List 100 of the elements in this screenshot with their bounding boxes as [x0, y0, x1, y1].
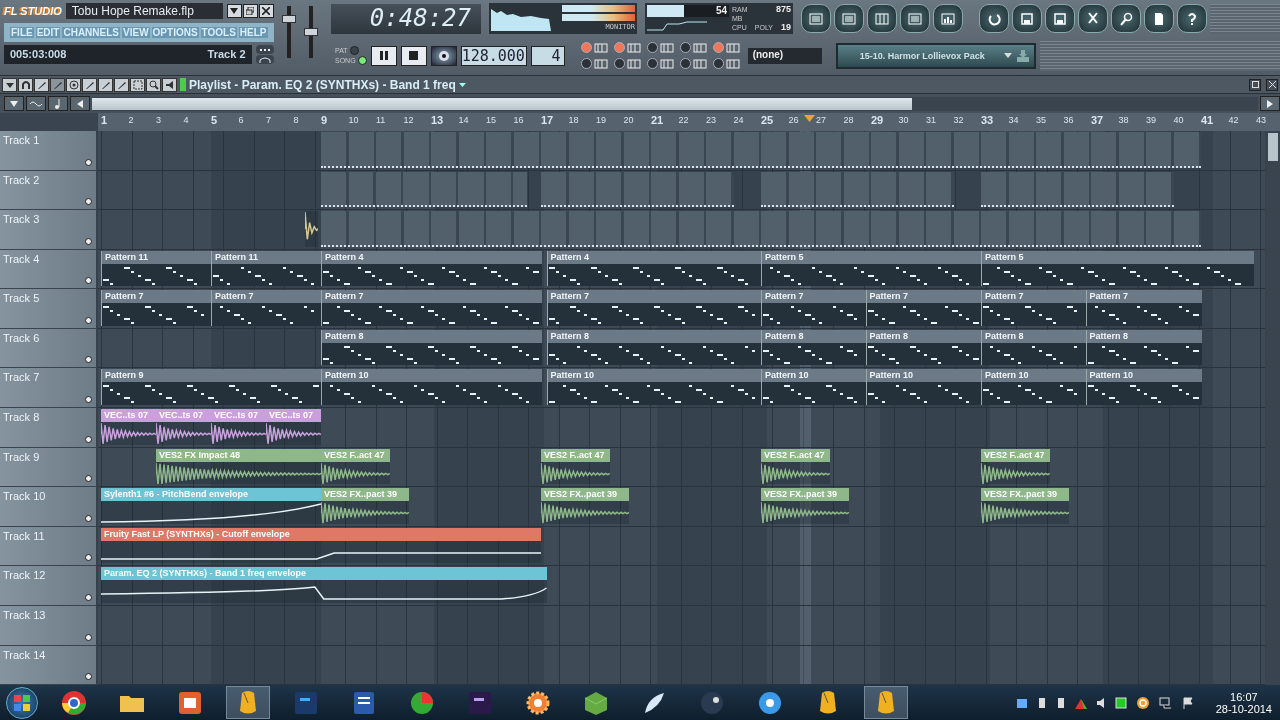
- pattern-clip[interactable]: Pattern 8: [321, 329, 542, 366]
- track-header[interactable]: Track 6: [0, 328, 96, 369]
- track-header[interactable]: Track 9: [0, 447, 96, 488]
- audio-clip[interactable]: VES2 F..act 47: [321, 448, 390, 485]
- track-header[interactable]: Track 12: [0, 566, 96, 606]
- audio-clip[interactable]: VEC..ts 07: [101, 409, 156, 445]
- track-header[interactable]: Track 1: [0, 131, 96, 171]
- track-header[interactable]: Track 11: [0, 526, 96, 567]
- pattern-clip[interactable]: Pattern 11: [211, 250, 322, 287]
- cpu-value: 54: [715, 5, 727, 16]
- track-name: Track 3: [3, 213, 40, 226]
- pattern-clip[interactable]: Pattern 8: [1085, 329, 1202, 366]
- track-header[interactable]: Track 10: [0, 487, 96, 527]
- audio-clip[interactable]: VEC..ts 07: [211, 409, 266, 445]
- pattern-clip[interactable]: Pattern 10: [981, 369, 1087, 406]
- bar-number: 5: [211, 114, 218, 126]
- pattern-clip[interactable]: Pattern 5: [981, 250, 1255, 287]
- audio-clip[interactable]: VEC..ts 07: [156, 409, 211, 445]
- track-header[interactable]: Track 8: [0, 408, 96, 448]
- menu-item[interactable]: OPTIONS: [151, 27, 199, 38]
- pattern-clip[interactable]: Pattern 7: [761, 290, 867, 326]
- audio-clip[interactable]: VES2 FX Impact 48: [156, 448, 321, 485]
- bar-number: 38: [1118, 115, 1129, 125]
- automation-clip[interactable]: Sylenth1 #6 - PitchBend envelope: [101, 488, 321, 524]
- track-header[interactable]: Track 7: [0, 368, 96, 409]
- clip-label: Pattern 10: [547, 369, 762, 383]
- pattern-clip[interactable]: Pattern 10: [1085, 369, 1202, 406]
- clip-label: VES2 FX..pact 39: [541, 488, 629, 502]
- automation-clip[interactable]: Fruity Fast LP (SYNTHXs) - Cutoff envelope: [101, 527, 541, 564]
- track-header[interactable]: Track 13: [0, 605, 96, 646]
- pattern-clip[interactable]: Pattern 8: [546, 329, 762, 366]
- pattern-clip[interactable]: Pattern 7: [321, 290, 542, 326]
- clip-label: VES2 F..act 47: [541, 448, 610, 462]
- clip-label: Pattern 8: [1086, 329, 1202, 343]
- preset-name: 15-10. Harmor Lollievox Pack: [859, 50, 986, 61]
- audio-clip[interactable]: VEC..ts 07: [266, 409, 321, 445]
- audio-clip[interactable]: VES2 F..act 47: [761, 448, 830, 485]
- menu-item[interactable]: HELP: [238, 27, 268, 38]
- pattern-clip[interactable]: Pattern 8: [981, 329, 1087, 366]
- track-name: Track 7: [3, 371, 40, 384]
- clip-label: Pattern 10: [762, 369, 867, 383]
- menu-item[interactable]: EDIT: [35, 27, 61, 38]
- clip-label: Pattern 4: [322, 250, 542, 264]
- clip-label: Pattern 8: [547, 329, 762, 343]
- menu-item[interactable]: TOOLS: [200, 27, 237, 38]
- clip-label: VES2 FX..pact 39: [981, 488, 1069, 502]
- preset-field[interactable]: 15-10. Harmor Lollievox Pack: [835, 42, 1036, 69]
- tempo-display[interactable]: 128.000: [460, 45, 527, 66]
- pattern-clip[interactable]: Pattern 10: [761, 369, 867, 406]
- pattern-clip[interactable]: Pattern 7: [1085, 290, 1202, 326]
- pattern-display[interactable]: 4: [530, 45, 565, 66]
- track-header[interactable]: Track 4: [0, 249, 96, 290]
- pattern-clip[interactable]: Pattern 4: [546, 250, 762, 287]
- clip-label: Pattern 10: [866, 369, 982, 383]
- pattern-clip[interactable]: Pattern 10: [546, 369, 762, 406]
- track-header[interactable]: Track 2: [0, 170, 96, 211]
- track-header[interactable]: Track 5: [0, 289, 96, 329]
- playlist-title[interactable]: Playlist - Param. EQ 2 (SYNTHXs) - Band 1 freq: [189, 77, 456, 92]
- pattern-clip[interactable]: Pattern 11: [101, 250, 212, 287]
- menu-item[interactable]: CHANNELS: [62, 27, 120, 38]
- pattern-clip[interactable]: Pattern 5: [761, 250, 982, 287]
- menu-item[interactable]: FILE: [10, 27, 34, 38]
- pattern-clip[interactable]: Pattern 7: [101, 290, 212, 326]
- track-header[interactable]: Track 14: [0, 645, 96, 686]
- menu-item[interactable]: VIEW: [122, 27, 150, 38]
- pattern-clip[interactable]: Pattern 7: [865, 290, 982, 326]
- track-name: Track 11: [3, 529, 45, 542]
- audio-clip[interactable]: VES2 F..act 47: [541, 448, 610, 485]
- pattern-clip[interactable]: Pattern 10: [321, 369, 542, 406]
- pattern-clip[interactable]: Pattern 7: [981, 290, 1087, 326]
- pattern-clip[interactable]: Pattern 7: [546, 290, 762, 326]
- audio-clip[interactable]: VES2 FX..pact 39: [541, 488, 629, 524]
- clip-label: Sylenth1 #6 - PitchBend envelope: [101, 488, 321, 502]
- clip-label: Pattern 7: [102, 290, 212, 304]
- clip-label: Pattern 7: [322, 290, 542, 304]
- track-header[interactable]: Track 3: [0, 210, 96, 250]
- bar-number: 4: [183, 115, 189, 125]
- clip-label: Pattern 7: [1086, 290, 1202, 304]
- track-name: Track 14: [3, 648, 46, 661]
- bar-number: 18: [568, 115, 579, 125]
- automation-clip[interactable]: Param. EQ 2 (SYNTHXs) - Band 1 freq envelope: [101, 567, 547, 603]
- pattern-clip[interactable]: Pattern 4: [321, 250, 542, 287]
- track-name: Track 9: [3, 450, 40, 463]
- bar-number: 2: [128, 115, 134, 125]
- audio-clip[interactable]: VES2 FX..pact 39: [981, 488, 1069, 524]
- track-name: Track 8: [3, 411, 40, 424]
- pattern-clip[interactable]: Pattern 9: [101, 369, 322, 406]
- audio-clip[interactable]: VES2 F..act 47: [981, 448, 1050, 485]
- snap-dropdown[interactable]: (none): [747, 47, 822, 64]
- pattern-clip[interactable]: Pattern 8: [865, 329, 982, 366]
- pattern-clip[interactable]: Pattern 8: [761, 329, 867, 366]
- audio-clip[interactable]: VES2 FX..pact 39: [761, 488, 849, 524]
- pattern-clip[interactable]: Pattern 7: [211, 290, 322, 326]
- clip-label: Pattern 7: [212, 290, 322, 304]
- audio-clip[interactable]: VES2 FX..pact 39: [321, 488, 409, 524]
- bar-number: 29: [871, 114, 884, 126]
- bar-number: 14: [458, 115, 469, 125]
- track-name: Track 10: [3, 490, 46, 503]
- bar-number: 11: [376, 115, 386, 125]
- pattern-clip[interactable]: Pattern 10: [865, 369, 982, 406]
